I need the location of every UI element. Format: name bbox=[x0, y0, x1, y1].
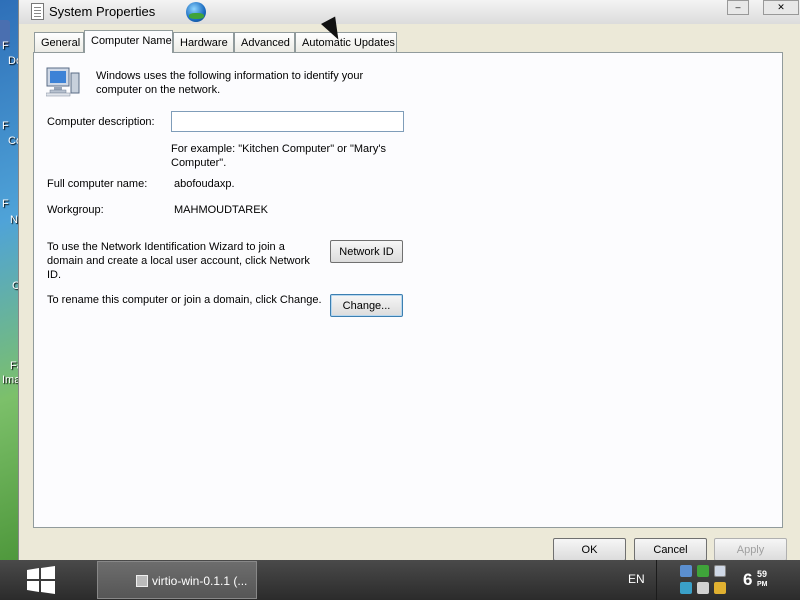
taskbar-item-virtio-win[interactable]: virtio-win-0.1.1 (... bbox=[97, 561, 257, 599]
tray-wand-icon[interactable] bbox=[714, 582, 726, 594]
network-id-description: To use the Network Identification Wizard… bbox=[47, 241, 310, 281]
desktop-icon-label: F bbox=[2, 120, 9, 132]
taskbar-item-label: virtio-win-0.1.1 (... bbox=[152, 574, 248, 588]
tray-volume-icon[interactable] bbox=[697, 582, 709, 594]
window-title: System Properties bbox=[49, 4, 156, 19]
desktop-icon-label: F bbox=[2, 198, 9, 210]
system-properties-icon bbox=[31, 3, 44, 20]
installer-icon bbox=[136, 575, 148, 587]
tray-window-icon[interactable] bbox=[714, 565, 726, 577]
apply-button[interactable]: Apply bbox=[714, 538, 787, 561]
tab-advanced[interactable]: Advanced bbox=[234, 32, 295, 52]
example-text: For example: "Kitchen Computer" or "Mary… bbox=[171, 143, 386, 169]
tray-divider bbox=[656, 560, 657, 600]
rename-description: To rename this computer or join a domain… bbox=[47, 294, 322, 306]
clock-hour: 6 bbox=[743, 570, 753, 589]
tray-network-icon[interactable] bbox=[680, 582, 692, 594]
network-id-button[interactable]: Network ID bbox=[330, 240, 403, 263]
computer-description-label: Computer description: bbox=[47, 116, 155, 128]
taskbar-clock[interactable]: 6 59 PM bbox=[743, 569, 768, 590]
cancel-button[interactable]: Cancel bbox=[634, 538, 707, 561]
tray-app-icon[interactable] bbox=[680, 565, 692, 577]
clock-minute: 59 bbox=[757, 569, 768, 579]
desktop-icon-label: N bbox=[10, 214, 18, 226]
tab-general[interactable]: General bbox=[34, 32, 84, 52]
minimize-button[interactable]: – bbox=[727, 0, 749, 15]
language-indicator[interactable]: EN bbox=[628, 572, 645, 586]
full-computer-name-value: abofoudaxp. bbox=[174, 178, 235, 190]
taskbar: virtio-win-0.1.1 (... EN 6 59 PM bbox=[0, 560, 800, 600]
tab-automatic-updates[interactable]: Automatic Updates bbox=[295, 32, 397, 52]
computer-name-panel: Windows uses the following information t… bbox=[33, 52, 783, 528]
change-button[interactable]: Change... bbox=[330, 294, 403, 317]
ok-button[interactable]: OK bbox=[553, 538, 626, 561]
tab-hardware[interactable]: Hardware bbox=[173, 32, 234, 52]
title-bar[interactable]: System Properties – ✕ bbox=[19, 0, 800, 24]
clock-ampm: PM bbox=[757, 581, 768, 588]
tray-green-s-icon[interactable] bbox=[697, 565, 709, 577]
globe-icon bbox=[186, 2, 206, 22]
full-computer-name-label: Full computer name: bbox=[47, 178, 148, 190]
computer-icon bbox=[46, 67, 80, 97]
workgroup-label: Workgroup: bbox=[47, 204, 104, 216]
computer-description-input[interactable] bbox=[171, 111, 404, 132]
system-properties-window: System Properties – ✕ General Computer N… bbox=[18, 0, 800, 561]
workgroup-value: MAHMOUDTAREK bbox=[174, 204, 268, 216]
desktop-icon-label: F bbox=[2, 40, 9, 52]
intro-text: Windows uses the following information t… bbox=[96, 70, 364, 96]
close-button[interactable]: ✕ bbox=[763, 0, 799, 15]
tab-computer-name[interactable]: Computer Name bbox=[84, 30, 173, 53]
windows-start-icon[interactable] bbox=[24, 565, 58, 595]
